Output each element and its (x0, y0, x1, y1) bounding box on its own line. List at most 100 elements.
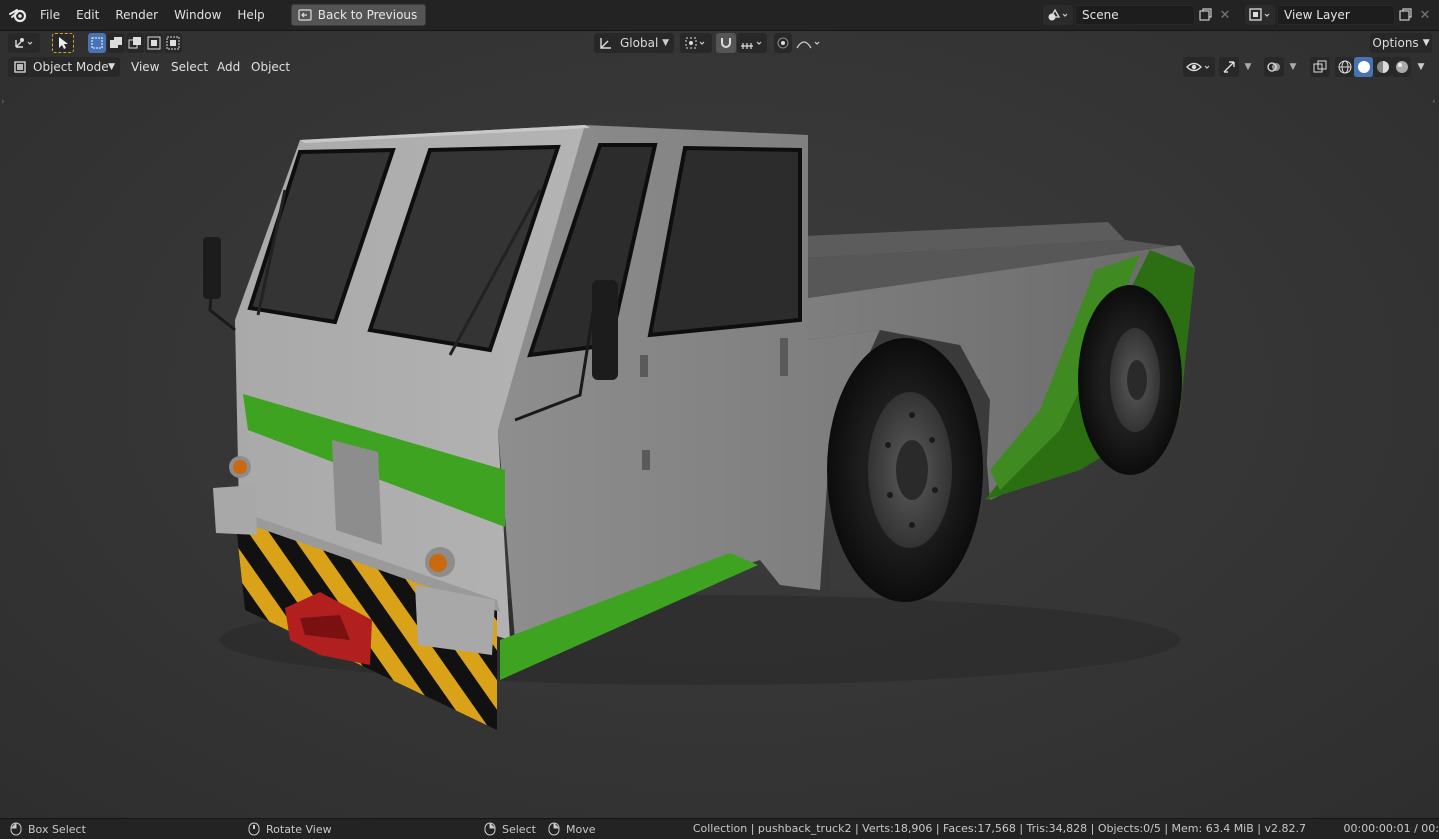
menu-window[interactable]: Window (166, 5, 229, 25)
chevron-down-icon: ▼ (108, 62, 115, 72)
object-mode-label: Object Mode (33, 60, 109, 74)
view-layer-icon (1249, 8, 1270, 21)
select-invert-icon (147, 36, 161, 50)
viewport-menu-select[interactable]: Select (164, 57, 215, 77)
gizmo-dropdown[interactable]: ▼ (1240, 57, 1256, 77)
status-box-select-label: Box Select (28, 822, 86, 836)
visibility-dropdown[interactable] (1183, 57, 1215, 77)
close-icon: ✕ (1219, 7, 1231, 23)
proportional-edit-icon (777, 37, 789, 49)
duplicate-icon (1199, 8, 1212, 21)
shading-material-button[interactable] (1373, 57, 1392, 77)
3d-viewport[interactable]: Global ▼ Options ▼ Object Mode ▼ View Se… (0, 31, 1439, 818)
mouse-right-icon (484, 822, 496, 836)
select-mode-new-button[interactable] (88, 33, 106, 53)
solid-sphere-icon (1357, 61, 1370, 73)
xray-toggle-button[interactable] (1310, 57, 1330, 77)
overlays-icon (1267, 62, 1280, 72)
pivot-point-icon (685, 37, 705, 49)
orientation-icon (600, 38, 611, 49)
view-layer-name-field[interactable]: View Layer (1277, 5, 1395, 25)
select-mode-subtract-button[interactable] (126, 33, 144, 53)
snap-target-dropdown[interactable] (737, 33, 767, 53)
duplicate-icon (1399, 8, 1412, 21)
snap-toggle-button[interactable] (716, 33, 736, 53)
mouse-drag-icon (548, 822, 560, 836)
viewport-menu-object[interactable]: Object (244, 57, 297, 77)
falloff-curve-icon (796, 41, 820, 49)
viewport-menu-view[interactable]: View (124, 57, 166, 77)
select-extend-icon (110, 37, 122, 48)
eye-icon (1186, 62, 1210, 72)
timeline-time: 00:00:00:01 / 00: (1343, 822, 1439, 835)
new-view-layer-button[interactable] (1395, 5, 1415, 25)
status-move: Move (548, 822, 596, 836)
transform-orientation-dropdown[interactable]: Global ▼ (594, 33, 674, 53)
gizmo-toggle-button[interactable] (1219, 57, 1239, 77)
options-label: Options (1372, 36, 1419, 50)
shading-rendered-button[interactable] (1392, 57, 1411, 77)
chevron-down-icon: ▼ (1422, 38, 1430, 48)
close-icon: ✕ (1419, 7, 1431, 23)
top-bar: File Edit Render Window Help Back to Pre… (0, 0, 1439, 31)
select-mode-extend-button[interactable] (107, 33, 125, 53)
viewport-header-menus: Object Mode ▼ View Select Add Object ▼ ▼ (0, 57, 1439, 81)
viewport-menu-add[interactable]: Add (210, 57, 247, 77)
chevron-down-icon: ▼ (1244, 62, 1252, 72)
scene-selector-button[interactable] (1043, 5, 1073, 25)
mouse-middle-icon (248, 822, 260, 836)
xray-icon (1313, 60, 1327, 73)
blender-logo-icon[interactable] (8, 5, 28, 25)
top-menu: File Edit Render Window Help (32, 5, 273, 25)
chevron-down-icon: ▼ (1289, 62, 1297, 72)
toolbar-expand-icon[interactable]: › (1, 97, 9, 111)
chevron-down-icon: ▼ (662, 38, 669, 48)
new-scene-button[interactable] (1195, 5, 1215, 25)
options-dropdown[interactable]: Options ▼ (1370, 33, 1432, 53)
pivot-point-dropdown[interactable] (680, 33, 712, 53)
proportional-falloff-dropdown[interactable] (793, 33, 825, 53)
back-to-previous-button[interactable]: Back to Previous (290, 4, 427, 26)
view-layer-selector-button[interactable] (1245, 5, 1275, 25)
overlays-toggle-button[interactable] (1264, 57, 1284, 77)
object-mode-dropdown[interactable]: Object Mode ▼ (8, 57, 120, 77)
object-mode-icon (14, 61, 26, 73)
select-mode-intersect-button[interactable] (164, 33, 182, 53)
status-box-select: Box Select (10, 822, 86, 836)
transform-orientation-label: Global (620, 36, 659, 50)
shading-wireframe-button[interactable] (1335, 57, 1354, 77)
mouse-left-icon (10, 822, 22, 836)
material-sphere-icon (1376, 61, 1389, 73)
pushback-truck-model (203, 125, 1195, 730)
status-rotate-view: Rotate View (248, 822, 332, 836)
delete-view-layer-button[interactable]: ✕ (1415, 5, 1435, 25)
snap-increment-icon (741, 41, 762, 49)
editor-type-button[interactable] (8, 33, 40, 53)
shading-solid-button[interactable] (1354, 57, 1373, 77)
sidebar-expand-icon[interactable]: ‹ (1432, 97, 1439, 111)
wireframe-sphere-icon (1338, 60, 1351, 74)
cursor-icon (59, 37, 68, 49)
menu-file[interactable]: File (32, 5, 68, 25)
status-move-label: Move (566, 822, 596, 836)
scene-statistics: Collection | pushback_truck2 | Verts:18,… (693, 822, 1439, 835)
gizmo-icon (1223, 61, 1235, 73)
status-select: Select (484, 822, 536, 836)
select-new-icon (91, 37, 103, 49)
select-tool-button[interactable] (52, 33, 74, 53)
workspace-controls: Scene ✕ View Layer ✕ (1043, 0, 1439, 30)
status-rotate-view-label: Rotate View (266, 822, 332, 836)
shading-options-dropdown[interactable]: ▼ (1413, 57, 1429, 77)
status-bar: Box Select Rotate View Select Move Colle… (0, 818, 1439, 839)
menu-edit[interactable]: Edit (68, 5, 107, 25)
scene-name-field[interactable]: Scene (1075, 5, 1195, 25)
menu-help[interactable]: Help (229, 5, 272, 25)
scene-statistics-text: Collection | pushback_truck2 | Verts:18,… (692, 822, 1306, 835)
select-mode-invert-button[interactable] (145, 33, 163, 53)
chevron-down-icon: ▼ (1417, 62, 1425, 72)
proportional-edit-button[interactable] (774, 33, 792, 53)
overlays-dropdown[interactable]: ▼ (1285, 57, 1301, 77)
menu-render[interactable]: Render (107, 5, 166, 25)
viewport-header-tools: Global ▼ Options ▼ (0, 31, 1439, 55)
delete-scene-button[interactable]: ✕ (1215, 5, 1235, 25)
